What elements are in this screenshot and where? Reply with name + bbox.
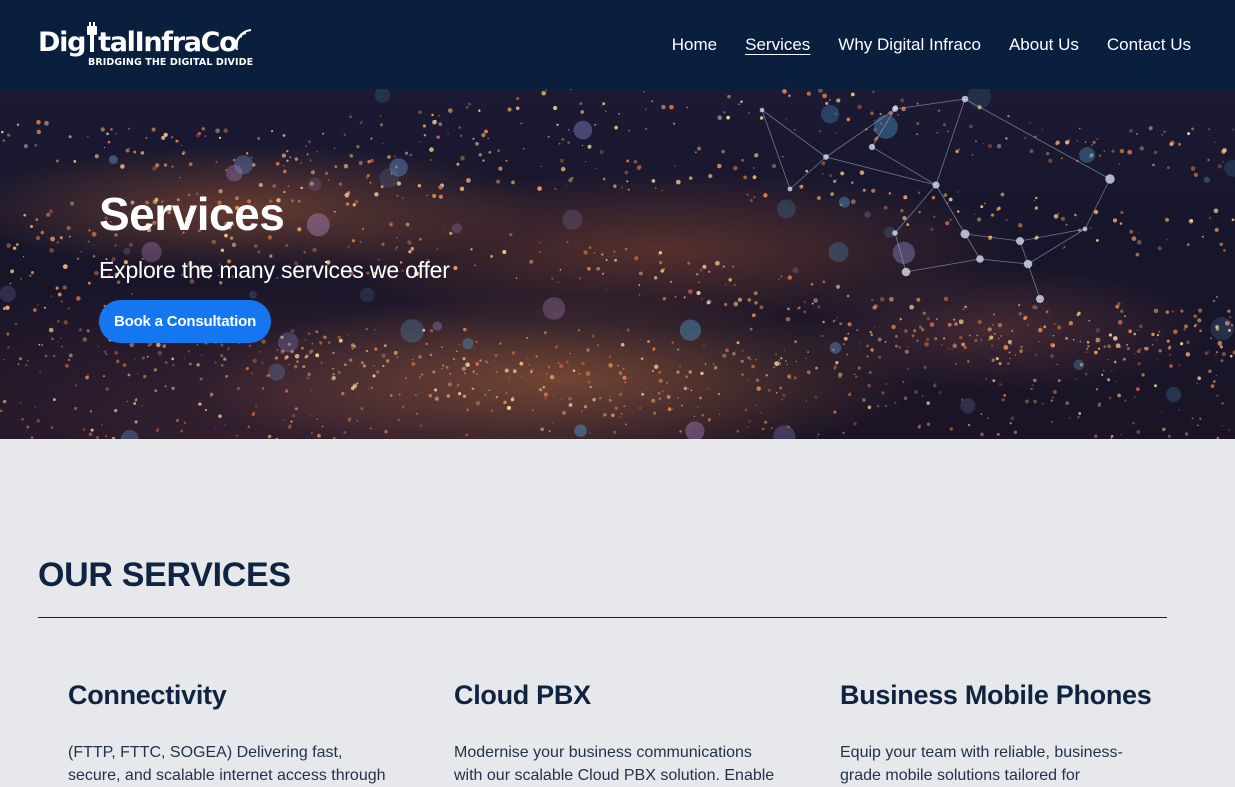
logo[interactable]: Dig talInfraCo BRIDGING THE DIGITAL DIVI… [38, 21, 254, 68]
signal-waves-icon [235, 28, 252, 50]
hero-title: Services [99, 188, 285, 240]
logo-wordmark: Dig talInfraCo [38, 21, 254, 58]
main-nav: Home Services Why Digital Infraco About … [672, 34, 1191, 55]
nav-services[interactable]: Services [745, 35, 810, 55]
service-card-title: Connectivity [68, 680, 227, 710]
service-card-title: Business Mobile Phones [840, 680, 1152, 710]
hero-subtitle: Explore the many services we offer [99, 257, 450, 283]
site-header: Dig talInfraCo BRIDGING THE DIGITAL DIVI… [0, 0, 1235, 89]
service-card-description: Modernise your business communications w… [454, 744, 775, 785]
plug-icon [87, 21, 98, 52]
services-heading: OUR SERVICES [38, 556, 291, 594]
nav-contact-us[interactable]: Contact Us [1107, 35, 1191, 55]
nav-about-us[interactable]: About Us [1009, 35, 1079, 55]
services-section: OUR SERVICES Connectivity (FTTP, FTTC, S… [0, 439, 1235, 784]
logo-wordmark-end: talInfraCo [98, 26, 238, 58]
nav-home[interactable]: Home [672, 35, 717, 55]
nav-why-digital-infraco[interactable]: Why Digital Infraco [838, 35, 981, 55]
service-card-description: (FTTP, FTTC, SOGEA) Delivering fast, sec… [68, 744, 386, 785]
service-card-description: Equip your team with reliable, business-… [840, 744, 1123, 785]
services-divider [38, 617, 1167, 618]
service-card-connectivity: Connectivity (FTTP, FTTC, SOGEA) Deliver… [68, 679, 398, 787]
hero-banner: Services Explore the many services we of… [0, 89, 1235, 439]
service-card-business-mobile-phones: Business Mobile Phones Equip your team w… [840, 679, 1160, 787]
logo-tagline: BRIDGING THE DIGITAL DIVIDE [88, 56, 254, 68]
logo-wordmark-start: Dig [38, 26, 86, 58]
service-card-cloud-pbx: Cloud PBX Modernise your business commun… [454, 679, 784, 787]
book-consultation-button[interactable]: Book a Consultation [99, 300, 272, 343]
hero-content: Services Explore the many services we of… [99, 191, 450, 343]
service-card-title: Cloud PBX [454, 680, 591, 710]
